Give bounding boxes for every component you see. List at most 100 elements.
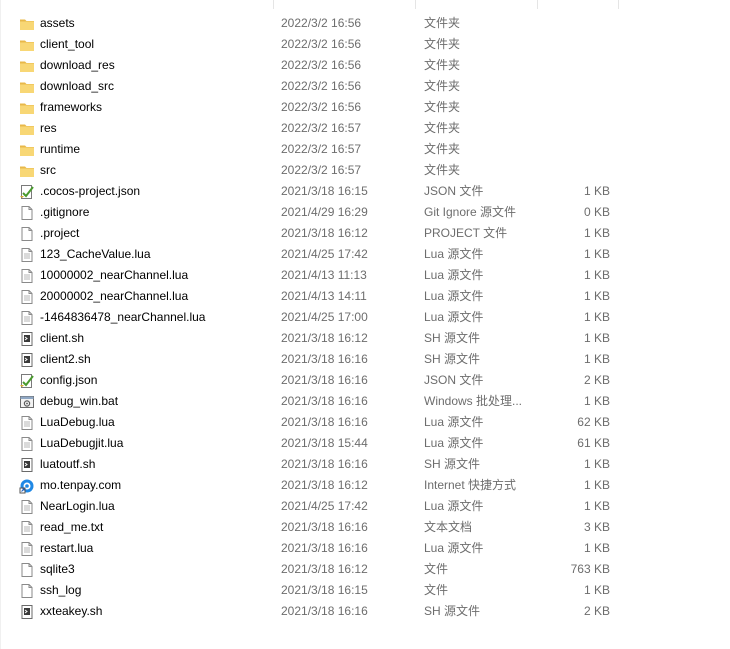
file-row-read-me-txt[interactable]: read_me.txt 2021/3/18 16:16 文本文档 3 KB bbox=[0, 517, 730, 538]
file-size bbox=[540, 118, 610, 139]
file-type: 文本文档 bbox=[424, 520, 473, 534]
batch-file-icon bbox=[19, 394, 35, 410]
file-size bbox=[540, 13, 610, 34]
file-modified-date: 2021/3/18 16:15 bbox=[281, 184, 368, 198]
file-modified-date: 2021/3/18 16:12 bbox=[281, 478, 368, 492]
file-modified-date: 2021/3/18 16:16 bbox=[281, 415, 368, 429]
file-name: src bbox=[40, 163, 56, 177]
file-row-cocos-project-json[interactable]: .cocos-project.json 2021/3/18 16:15 JSON… bbox=[0, 181, 730, 202]
folder-icon bbox=[19, 79, 35, 95]
file-row-10000002-nearchannel-lua[interactable]: 10000002_nearChannel.lua 2021/4/13 11:13… bbox=[0, 265, 730, 286]
file-modified-date: 2021/3/18 16:16 bbox=[281, 373, 368, 387]
file-type: 文件夹 bbox=[424, 121, 461, 135]
file-modified-date: 2021/3/18 16:16 bbox=[281, 541, 368, 555]
file-type: 文件 bbox=[424, 583, 449, 597]
file-row-client2-sh[interactable]: client2.sh 2021/3/18 16:16 SH 源文件 1 KB bbox=[0, 349, 730, 370]
column-divider-size[interactable] bbox=[618, 0, 619, 9]
folder-icon bbox=[19, 142, 35, 158]
file-row-res[interactable]: res 2022/3/2 16:57 文件夹 bbox=[0, 118, 730, 139]
file-name: download_res bbox=[40, 58, 115, 72]
file-size bbox=[540, 160, 610, 181]
column-divider-name[interactable] bbox=[273, 0, 274, 9]
file-name: frameworks bbox=[40, 100, 103, 114]
file-row-frameworks[interactable]: frameworks 2022/3/2 16:56 文件夹 bbox=[0, 97, 730, 118]
file-modified-date: 2022/3/2 16:57 bbox=[281, 163, 362, 177]
file-name: restart.lua bbox=[40, 541, 94, 555]
file-name: client.sh bbox=[40, 331, 85, 345]
file-size bbox=[540, 34, 610, 55]
file-modified-date: 2021/4/13 14:11 bbox=[281, 289, 367, 303]
shell-file-icon bbox=[19, 352, 35, 368]
file-row-luatoutf-sh[interactable]: luatoutf.sh 2021/3/18 16:16 SH 源文件 1 KB bbox=[0, 454, 730, 475]
file-row-download-res[interactable]: download_res 2022/3/2 16:56 文件夹 bbox=[0, 55, 730, 76]
file-type: Lua 源文件 bbox=[424, 541, 484, 555]
file-name: ssh_log bbox=[40, 583, 82, 597]
text-file-icon bbox=[19, 499, 35, 515]
text-file-icon bbox=[19, 436, 35, 452]
file-type: Lua 源文件 bbox=[424, 268, 484, 282]
file-row-debug-win-bat[interactable]: debug_win.bat 2021/3/18 16:16 Windows 批处… bbox=[0, 391, 730, 412]
file-row-src[interactable]: src 2022/3/2 16:57 文件夹 bbox=[0, 160, 730, 181]
file-row-assets[interactable]: assets 2022/3/2 16:56 文件夹 bbox=[0, 13, 730, 34]
file-modified-date: 2021/3/18 16:12 bbox=[281, 331, 368, 345]
file-row-project[interactable]: .project 2021/3/18 16:12 PROJECT 文件 1 KB bbox=[0, 223, 730, 244]
file-size: 1 KB bbox=[583, 268, 610, 282]
file-row-xxteakey-sh[interactable]: xxteakey.sh 2021/3/18 16:16 SH 源文件 2 KB bbox=[0, 601, 730, 622]
file-row-123-cachevalue-lua[interactable]: 123_CacheValue.lua 2021/4/25 17:42 Lua 源… bbox=[0, 244, 730, 265]
file-name: runtime bbox=[40, 142, 81, 156]
file-name: config.json bbox=[40, 373, 98, 387]
file-icon bbox=[19, 583, 35, 599]
file-modified-date: 2022/3/2 16:56 bbox=[281, 16, 362, 30]
file-name: mo.tenpay.com bbox=[40, 478, 122, 492]
file-size: 1 KB bbox=[583, 478, 610, 492]
file-size: 1 KB bbox=[583, 394, 610, 408]
file-type: JSON 文件 bbox=[424, 184, 484, 198]
file-type: Git Ignore 源文件 bbox=[424, 205, 517, 219]
file-row-runtime[interactable]: runtime 2022/3/2 16:57 文件夹 bbox=[0, 139, 730, 160]
file-row-luadebugjit-lua[interactable]: LuaDebugjit.lua 2021/3/18 15:44 Lua 源文件 … bbox=[0, 433, 730, 454]
file-row-luadebug-lua[interactable]: LuaDebug.lua 2021/3/18 16:16 Lua 源文件 62 … bbox=[0, 412, 730, 433]
file-row-sqlite3[interactable]: sqlite3 2021/3/18 16:12 文件 763 KB bbox=[0, 559, 730, 580]
file-modified-date: 2021/3/18 15:44 bbox=[281, 436, 368, 450]
file-row-download-src[interactable]: download_src 2022/3/2 16:56 文件夹 bbox=[0, 76, 730, 97]
file-row-gitignore[interactable]: .gitignore 2021/4/29 16:29 Git Ignore 源文… bbox=[0, 202, 730, 223]
column-divider-date[interactable] bbox=[415, 0, 416, 9]
file-list: assets 2022/3/2 16:56 文件夹 client_tool 20… bbox=[0, 13, 730, 622]
shell-file-icon bbox=[19, 604, 35, 620]
file-size bbox=[540, 97, 610, 118]
file-size: 1 KB bbox=[583, 352, 610, 366]
file-row-client-tool[interactable]: client_tool 2022/3/2 16:56 文件夹 bbox=[0, 34, 730, 55]
text-file-icon bbox=[19, 289, 35, 305]
file-name: LuaDebugjit.lua bbox=[40, 436, 124, 450]
file-row-mo-tenpay-com[interactable]: mo.tenpay.com 2021/3/18 16:12 Internet 快… bbox=[0, 475, 730, 496]
file-type: Lua 源文件 bbox=[424, 499, 484, 513]
column-header-strip[interactable] bbox=[0, 0, 730, 9]
file-size: 1 KB bbox=[583, 457, 610, 471]
file-row-nearlogin-lua[interactable]: NearLogin.lua 2021/4/25 17:42 Lua 源文件 1 … bbox=[0, 496, 730, 517]
file-type: Windows 批处理... bbox=[424, 394, 523, 408]
file-size: 2 KB bbox=[583, 373, 610, 387]
file-type: 文件夹 bbox=[424, 79, 461, 93]
file-modified-date: 2021/4/29 16:29 bbox=[281, 205, 368, 219]
file-modified-date: 2022/3/2 16:57 bbox=[281, 121, 362, 135]
file-row-restart-lua[interactable]: restart.lua 2021/3/18 16:16 Lua 源文件 1 KB bbox=[0, 538, 730, 559]
file-name: NearLogin.lua bbox=[40, 499, 115, 513]
file-row-1464836478-nearchannel-lua[interactable]: -1464836478_nearChannel.lua 2021/4/25 17… bbox=[0, 307, 730, 328]
file-type: 文件夹 bbox=[424, 58, 461, 72]
file-type: 文件夹 bbox=[424, 16, 461, 30]
file-row-ssh-log[interactable]: ssh_log 2021/3/18 16:15 文件 1 KB bbox=[0, 580, 730, 601]
json-file-icon bbox=[19, 184, 35, 200]
file-modified-date: 2021/3/18 16:12 bbox=[281, 562, 368, 576]
file-row-20000002-nearchannel-lua[interactable]: 20000002_nearChannel.lua 2021/4/13 14:11… bbox=[0, 286, 730, 307]
column-divider-type[interactable] bbox=[537, 0, 538, 9]
text-file-icon bbox=[19, 520, 35, 536]
file-size: 1 KB bbox=[583, 499, 610, 513]
file-row-config-json[interactable]: config.json 2021/3/18 16:16 JSON 文件 2 KB bbox=[0, 370, 730, 391]
file-size: 61 KB bbox=[577, 436, 610, 450]
file-name: .cocos-project.json bbox=[40, 184, 141, 198]
file-row-client-sh[interactable]: client.sh 2021/3/18 16:12 SH 源文件 1 KB bbox=[0, 328, 730, 349]
file-modified-date: 2021/3/18 16:16 bbox=[281, 520, 368, 534]
file-size: 763 KB bbox=[570, 562, 610, 576]
file-size: 1 KB bbox=[583, 583, 610, 597]
file-type: SH 源文件 bbox=[424, 331, 481, 345]
